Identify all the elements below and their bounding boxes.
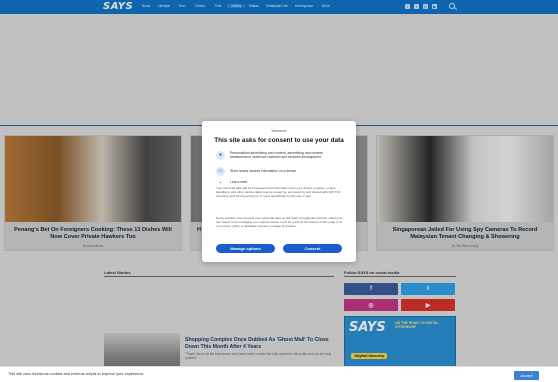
purpose-text: Personalised advertising and content, ad… [230, 151, 323, 160]
manage-options-button[interactable]: Manage options [216, 244, 275, 253]
cookie-notice: This site uses functional cookies and ex… [8, 372, 145, 376]
consent-purpose: ▭ Store and/or access information on a d… [216, 167, 340, 176]
consent-purpose: ● Personalised advertising and content, … [216, 151, 340, 160]
consent-welcome: Welcome [271, 129, 287, 133]
consent-dialog: Welcome This site asks for consent to us… [202, 121, 356, 262]
consent-body-legitimate-interest: Some vendors may process your personal d… [216, 216, 343, 228]
consent-body: Your personal data will be processed and… [216, 186, 341, 198]
learn-more-link[interactable]: Learn more [230, 180, 247, 184]
person-icon: ● [216, 151, 225, 160]
cookie-bar: This site uses functional cookies and ex… [0, 366, 558, 382]
purpose-text: Store and/or access information on a dev… [230, 169, 297, 173]
consent-button[interactable]: Consent [283, 244, 342, 253]
consent-title: This site asks for consent to use your d… [214, 137, 344, 144]
device-icon: ▭ [216, 167, 225, 176]
accept-cookies-button[interactable]: Accept [514, 371, 539, 380]
